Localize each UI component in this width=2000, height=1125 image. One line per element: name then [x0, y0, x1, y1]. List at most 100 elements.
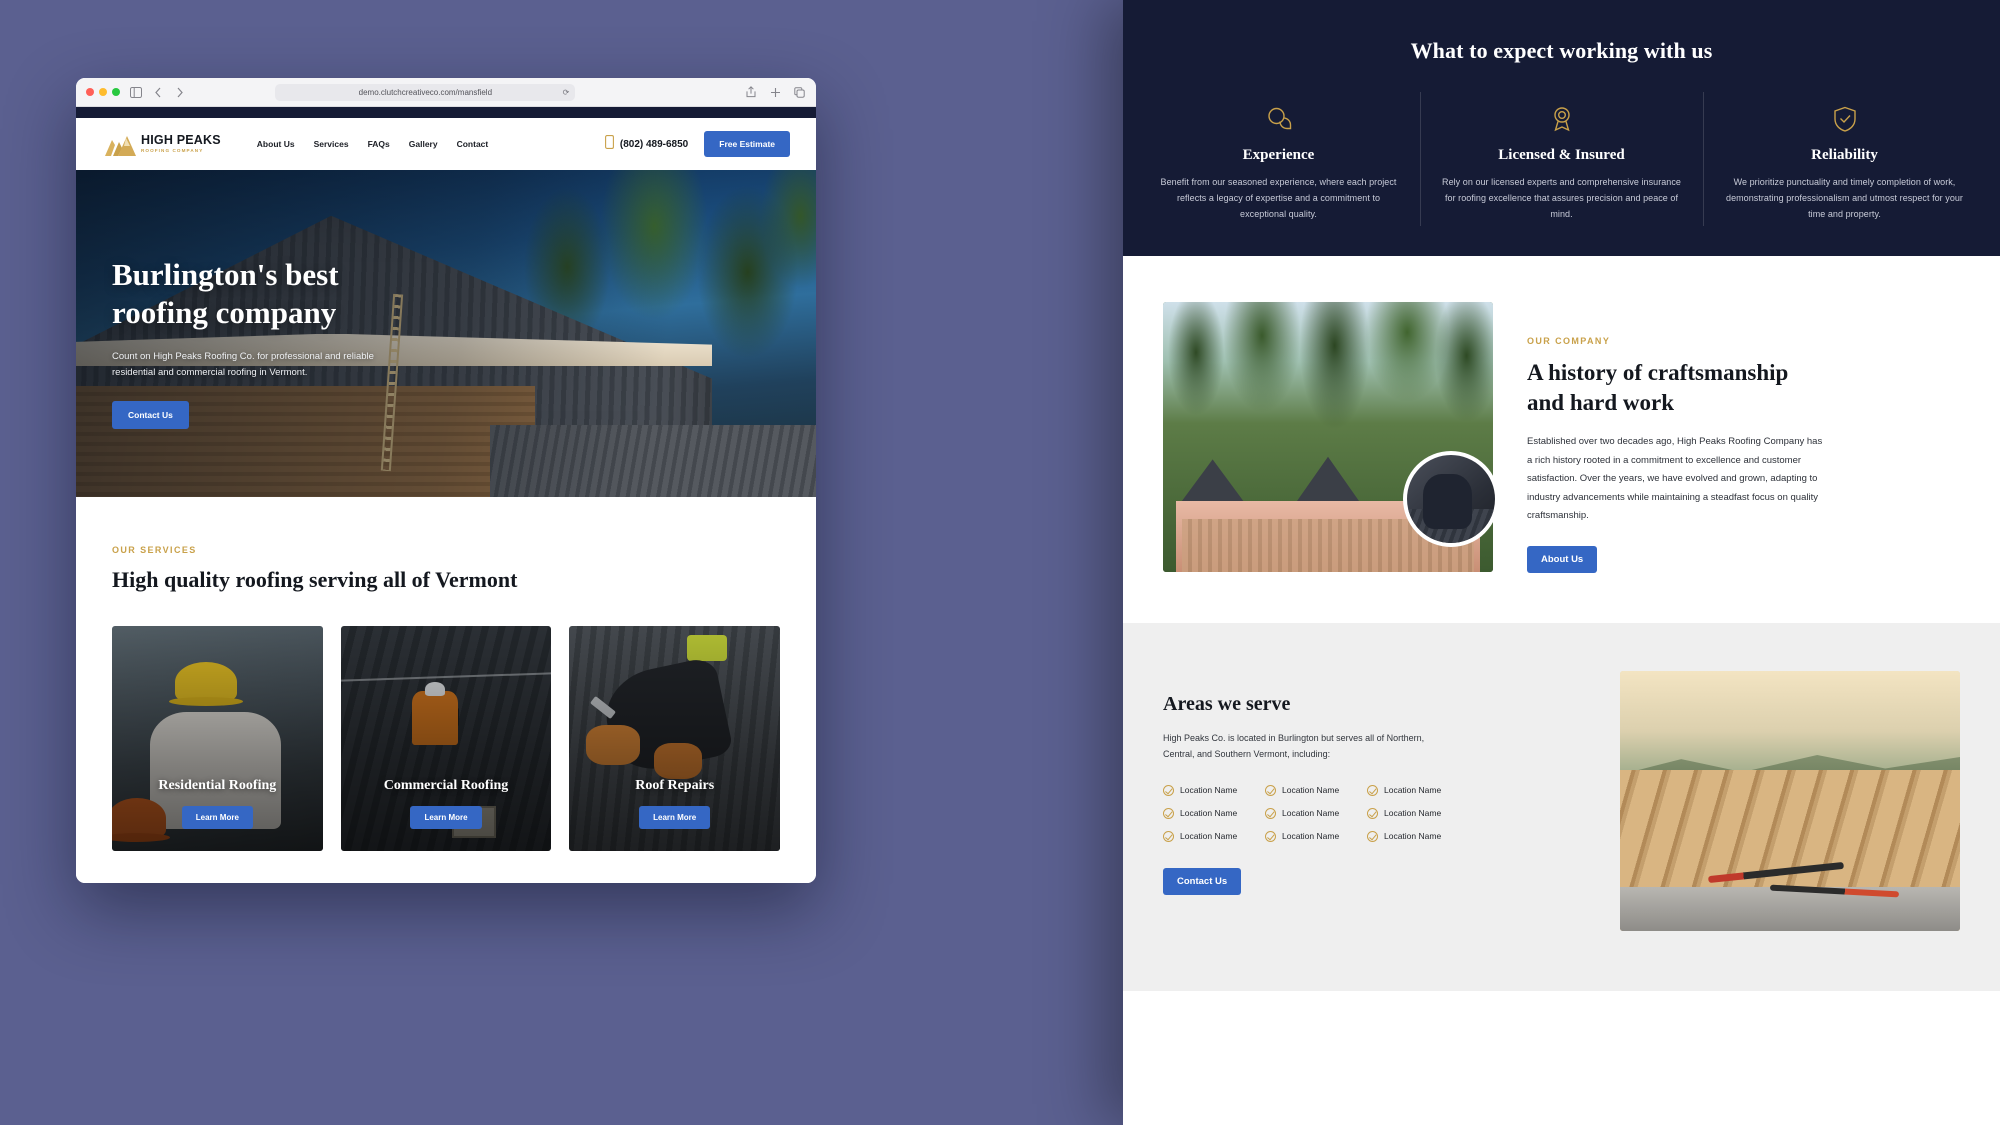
history-heading-line1: A history of craftsmanship	[1527, 360, 1789, 386]
award-ribbon-icon	[1442, 102, 1681, 136]
service-card-residential-roofing[interactable]: Residential Roofing Learn More	[112, 626, 323, 851]
check-circle-icon	[1367, 807, 1378, 819]
history-paragraph: Established over two decades ago, High P…	[1527, 436, 1823, 522]
sidebar-icon[interactable]	[129, 86, 142, 99]
areas-paragraph: High Peaks Co. is located in Burlington …	[1163, 732, 1425, 760]
close-window-button[interactable]	[86, 88, 94, 96]
location-label: Location Name	[1282, 785, 1340, 796]
hero-content: Burlington's best roofing company Count …	[76, 170, 816, 429]
reload-icon[interactable]: ⟳	[563, 88, 570, 97]
list-item: Location Name	[1367, 830, 1463, 842]
list-item: Location Name	[1265, 807, 1361, 819]
check-circle-icon	[1265, 807, 1276, 819]
nav-item-about-us[interactable]: About Us	[257, 139, 295, 149]
expect-item-experience: Experience Benefit from our seasoned exp…	[1137, 102, 1420, 222]
expect-title: Licensed & Insured	[1498, 147, 1625, 163]
phone-number: (802) 489-6850	[619, 138, 689, 150]
location-label: Location Name	[1180, 785, 1238, 796]
maximize-window-button[interactable]	[112, 88, 120, 96]
check-circle-icon	[1163, 807, 1174, 819]
service-card-title: Roof Repairs	[635, 778, 715, 793]
expect-item-reliability: Reliability We prioritize punctuality an…	[1703, 91, 1986, 227]
nav-item-services[interactable]: Services	[314, 139, 349, 149]
screenshot-stage: What to expect working with us Experienc…	[0, 0, 2000, 1125]
service-card-title: Residential Roofing	[158, 778, 277, 793]
service-card-roof-repairs[interactable]: Roof Repairs Learn More	[569, 626, 781, 851]
location-label: Location Name	[1282, 808, 1340, 819]
browser-window: demo.clutchcreativeco.com/mansfield ⟳ HI…	[76, 78, 816, 883]
learn-more-button[interactable]: Learn More	[410, 806, 482, 829]
header-actions: (802) 489-6850 Free Estimate	[604, 131, 790, 157]
expect-text: Benefit from our seasoned experience, wh…	[1160, 177, 1397, 219]
areas-text-block: Areas we serve High Peaks Co. is located…	[1163, 671, 1592, 931]
history-heading: A history of craftsmanship and hard work	[1527, 358, 1960, 417]
nav-item-contact[interactable]: Contact	[457, 139, 489, 149]
what-to-expect-title: What to expect working with us	[1410, 38, 1713, 63]
areas-we-serve-section: Areas we serve High Peaks Co. is located…	[1123, 622, 2000, 991]
site-header: HIGH PEAKS ROOFING COMPANY About Us Serv…	[76, 118, 816, 170]
url-text: demo.clutchcreativeco.com/mansfield	[358, 87, 493, 97]
primary-navigation: About Us Services FAQs Gallery Contact	[257, 139, 488, 149]
history-eyebrow: OUR COMPANY	[1527, 336, 1611, 347]
location-label: Location Name	[1384, 785, 1442, 796]
phone-link[interactable]: (802) 489-6850	[604, 134, 689, 154]
hero-section: Burlington's best roofing company Count …	[76, 170, 816, 497]
list-item: Location Name	[1367, 807, 1463, 819]
what-to-expect-columns: Experience Benefit from our seasoned exp…	[1123, 91, 2000, 227]
plus-icon[interactable]	[769, 86, 782, 99]
hero-heading: Burlington's best roofing company	[112, 256, 442, 333]
check-circle-icon	[1265, 784, 1276, 796]
list-item: Location Name	[1163, 784, 1259, 796]
history-image-group	[1163, 302, 1499, 573]
learn-more-button[interactable]: Learn More	[639, 806, 711, 829]
shield-check-icon	[1725, 102, 1964, 136]
about-us-button[interactable]: About Us	[1527, 545, 1598, 573]
expect-item-licensed-insured: Licensed & Insured Rely on our licensed …	[1420, 91, 1703, 227]
list-item: Location Name	[1265, 830, 1361, 842]
location-label: Location Name	[1384, 831, 1442, 842]
nav-item-faqs[interactable]: FAQs	[368, 139, 390, 149]
nav-item-gallery[interactable]: Gallery	[409, 139, 438, 149]
browser-chrome-toolbar: demo.clutchcreativeco.com/mansfield ⟳	[76, 78, 816, 107]
expect-title: Experience	[1242, 147, 1315, 163]
services-heading: High quality roofing serving all of Verm…	[112, 567, 518, 592]
list-item: Location Name	[1163, 807, 1259, 819]
roofer-circle-image	[1403, 450, 1499, 547]
service-cards: Residential Roofing Learn More Commercia…	[112, 626, 781, 851]
history-text-block: OUR COMPANY A history of craftsmanship a…	[1527, 302, 1960, 573]
expect-title: Reliability	[1811, 147, 1878, 163]
service-card-commercial-roofing[interactable]: Commercial Roofing Learn More	[340, 626, 552, 851]
copy-tabs-icon[interactable]	[793, 86, 806, 99]
service-card-title: Commercial Roofing	[383, 778, 509, 793]
hero-contact-us-button[interactable]: Contact Us	[112, 400, 189, 429]
logo-name: HIGH PEAKS	[141, 133, 221, 148]
browser-toolbar-actions	[745, 86, 806, 99]
traffic-light-buttons[interactable]	[86, 88, 120, 96]
mobile-phone-icon	[604, 134, 614, 154]
free-estimate-button[interactable]: Free Estimate	[704, 131, 790, 157]
address-bar[interactable]: demo.clutchcreativeco.com/mansfield ⟳	[275, 83, 576, 101]
areas-heading: Areas we serve	[1163, 692, 1291, 715]
list-item: Location Name	[1367, 784, 1463, 796]
chevron-left-icon[interactable]	[151, 86, 164, 99]
share-icon[interactable]	[745, 86, 758, 99]
check-circle-icon	[1367, 784, 1378, 796]
what-to-expect-section: What to expect working with us Experienc…	[1123, 0, 2000, 257]
areas-image-block	[1620, 670, 1960, 931]
services-section: OUR SERVICES High quality roofing servin…	[76, 497, 816, 851]
site-logo[interactable]: HIGH PEAKS ROOFING COMPANY	[102, 132, 221, 156]
chevron-right-icon[interactable]	[173, 86, 186, 99]
contact-us-button[interactable]: Contact Us	[1163, 867, 1242, 895]
page-viewport: HIGH PEAKS ROOFING COMPANY About Us Serv…	[76, 107, 816, 883]
hero-heading-line1: Burlington's best	[112, 257, 339, 292]
hero-heading-line2: roofing company	[112, 295, 337, 331]
locations-grid: Location Name Location Name Location Nam…	[1163, 784, 1463, 842]
list-item: Location Name	[1265, 784, 1361, 796]
check-circle-icon	[1265, 830, 1276, 842]
location-label: Location Name	[1282, 831, 1340, 842]
check-circle-icon	[1163, 830, 1174, 842]
hero-paragraph: Count on High Peaks Roofing Co. for prof…	[112, 350, 374, 379]
learn-more-button[interactable]: Learn More	[181, 806, 253, 829]
minimize-window-button[interactable]	[99, 88, 107, 96]
logo-tagline: ROOFING COMPANY	[141, 147, 204, 153]
